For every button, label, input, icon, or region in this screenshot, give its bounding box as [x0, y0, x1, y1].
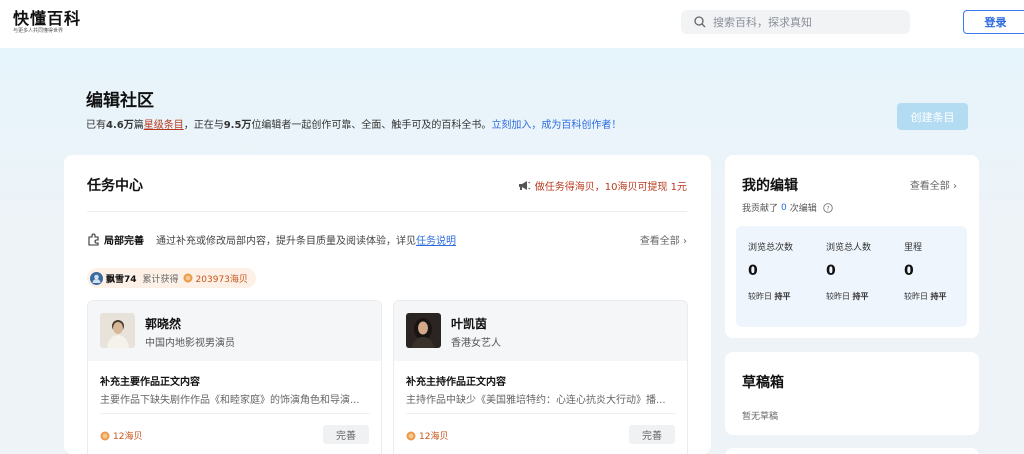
- task-center-title: 任务中心: [87, 178, 143, 194]
- desc-text: ，正在与: [183, 120, 224, 131]
- divider: [406, 413, 676, 414]
- contrib-count: 0: [781, 202, 787, 213]
- compare-prefix: 较昨日: [748, 292, 772, 301]
- avatar: [90, 271, 103, 285]
- search-box[interactable]: [681, 10, 910, 34]
- task-title: 补充主持作品正文内容: [406, 377, 506, 388]
- task-promo[interactable]: 做任务得海贝，10海贝可提现 1元: [518, 178, 687, 193]
- chevron-right-icon: ›: [949, 181, 957, 192]
- logo-title: 快懂百科: [13, 9, 82, 28]
- task-guide-link[interactable]: 任务说明: [416, 236, 456, 247]
- task-promo-text: 做任务得海贝，10海贝可提现 1元: [534, 182, 687, 193]
- task-card[interactable]: 郭晓然 中国内地影视男演员 补充主要作品正文内容 主要作品下缺失剧作作品《和睦家…: [87, 300, 382, 454]
- desc-text: 位编辑者一起创作可靠、全面、触手可及的百科全书。: [251, 120, 492, 131]
- compare-value: 持平: [930, 292, 947, 301]
- drafts-card: 草稿箱 暂无草稿: [725, 352, 979, 435]
- stat-compare: 较昨日 持平: [826, 291, 871, 302]
- shell-coin-icon: [100, 431, 110, 440]
- stat-value: 0: [826, 263, 836, 279]
- desc-text: 篇: [133, 120, 144, 131]
- person-photo: [100, 313, 135, 348]
- user-name: 飘雪74: [106, 274, 137, 285]
- contrib-suffix: 次编辑: [789, 204, 817, 214]
- view-all-label: 查看全部: [639, 236, 680, 247]
- contribution-summary: 我贡献了 0 次编辑 ?: [742, 201, 833, 214]
- svg-text:?: ?: [826, 204, 829, 212]
- stat-total-visitors: 浏览总人数 0 较昨日 持平: [826, 240, 871, 302]
- community-description: 已有4.6万篇星级条目，正在与9.5万位编辑者一起创作可靠、全面、触手可及的百科…: [86, 116, 621, 131]
- next-card-partial: [725, 448, 979, 454]
- search-input[interactable]: [713, 15, 893, 29]
- reward-value: 12海贝: [419, 432, 449, 442]
- task-title: 补充主要作品正文内容: [100, 377, 200, 388]
- person-role: 香港女艺人: [451, 338, 501, 349]
- task-card-header: 叶凯茵 香港女艺人: [394, 301, 687, 361]
- stat-value: 0: [748, 263, 758, 279]
- task-center-card: 任务中心 做任务得海贝，10海贝可提现 1元 局部完善 通过补充或修改局部内容，…: [64, 155, 711, 454]
- star-entry-link[interactable]: 星级条目: [144, 120, 184, 131]
- view-all-label: 查看全部: [909, 181, 950, 192]
- megaphone-icon: [518, 181, 531, 190]
- divider: [87, 211, 687, 212]
- task-reward: 12海贝: [100, 429, 142, 442]
- complete-task-button[interactable]: 完善: [629, 425, 675, 444]
- top-nav-bar: 快懂百科 与更多人共同懂得世界 登录: [0, 0, 1024, 48]
- section-name: 局部完善: [104, 236, 144, 247]
- editor-count: 9.5万: [223, 120, 252, 131]
- section-description: 通过补充或修改局部内容，提升条目质量及阅读体验，详见任务说明: [156, 232, 456, 247]
- page-title: 编辑社区: [86, 91, 154, 111]
- entry-count: 4.6万: [106, 120, 134, 131]
- stat-mileage: 里程 0 较昨日 持平: [904, 240, 947, 302]
- person-name[interactable]: 郭晓然: [145, 315, 181, 332]
- divider: [100, 413, 370, 414]
- stat-total-views: 浏览总次数 0 较昨日 持平: [748, 240, 793, 302]
- partial-improve-section: 局部完善 通过补充或修改局部内容，提升条目质量及阅读体验，详见任务说明 查看全部…: [87, 232, 687, 247]
- earned-value: 203973海贝: [195, 274, 248, 285]
- person-photo: [406, 313, 441, 348]
- chevron-right-icon: ›: [679, 236, 687, 247]
- edit-stats-panel: 浏览总次数 0 较昨日 持平 浏览总人数 0 较昨日 持平 里程 0 较昨日 持…: [736, 226, 967, 327]
- drafts-title: 草稿箱: [742, 375, 784, 391]
- puzzle-icon: [88, 233, 99, 246]
- stat-label: 浏览总次数: [748, 243, 794, 253]
- my-edits-card: 我的编辑 查看全部 › 我贡献了 0 次编辑 ? 浏览总次数 0 较昨日 持平 浏览…: [725, 155, 979, 338]
- task-reward: 12海贝: [406, 429, 448, 442]
- shell-coin-icon: [183, 273, 193, 283]
- drafts-empty-text: 暂无草稿: [742, 412, 779, 422]
- logo-subtitle: 与更多人共同懂得世界: [13, 28, 64, 34]
- help-icon[interactable]: ?: [823, 202, 833, 213]
- complete-task-button[interactable]: 完善: [323, 425, 369, 444]
- contrib-prefix: 我贡献了: [742, 204, 779, 214]
- reward-value: 12海贝: [113, 432, 143, 442]
- stat-value: 0: [904, 263, 914, 279]
- stat-label: 浏览总人数: [826, 243, 872, 253]
- stat-label: 里程: [904, 243, 923, 253]
- site-logo[interactable]: 快懂百科 与更多人共同懂得世界: [13, 10, 81, 35]
- person-role: 中国内地影视男演员: [145, 338, 235, 349]
- compare-value: 持平: [774, 292, 791, 301]
- create-entry-button[interactable]: 创建条目: [897, 103, 968, 130]
- my-edits-title: 我的编辑: [742, 178, 798, 194]
- person-name[interactable]: 叶凯茵: [451, 315, 487, 332]
- user-earnings-badge: 飘雪74 累计获得 203973海贝: [87, 268, 256, 288]
- desc-text: 已有: [86, 120, 106, 131]
- edits-view-all-link[interactable]: 查看全部 ›: [910, 177, 957, 192]
- login-button[interactable]: 登录: [963, 10, 1024, 34]
- task-card-header: 郭晓然 中国内地影视男演员: [88, 301, 381, 361]
- task-description: 主持作品中缺少《美国雅培特约：心连心抗炎大行动》播...: [406, 395, 666, 406]
- compare-prefix: 较昨日: [826, 292, 850, 301]
- task-description: 主要作品下缺失剧作作品《和睦家庭》的饰演角色和导演...: [100, 395, 360, 406]
- earned-label: 累计获得: [142, 274, 179, 285]
- stat-compare: 较昨日 持平: [748, 291, 793, 302]
- compare-prefix: 较昨日: [904, 292, 928, 301]
- stat-compare: 较昨日 持平: [904, 291, 947, 302]
- shell-coin-icon: [406, 431, 416, 440]
- task-card[interactable]: 叶凯茵 香港女艺人 补充主持作品正文内容 主持作品中缺少《美国雅培特约：心连心抗…: [393, 300, 688, 454]
- section-desc-text: 通过补充或修改局部内容，提升条目质量及阅读体验，详见: [156, 236, 416, 247]
- search-icon: [694, 16, 706, 28]
- join-link[interactable]: 立刻加入，成为百科创作者！: [491, 120, 621, 131]
- compare-value: 持平: [852, 292, 869, 301]
- task-view-all-link[interactable]: 查看全部 ›: [640, 232, 687, 247]
